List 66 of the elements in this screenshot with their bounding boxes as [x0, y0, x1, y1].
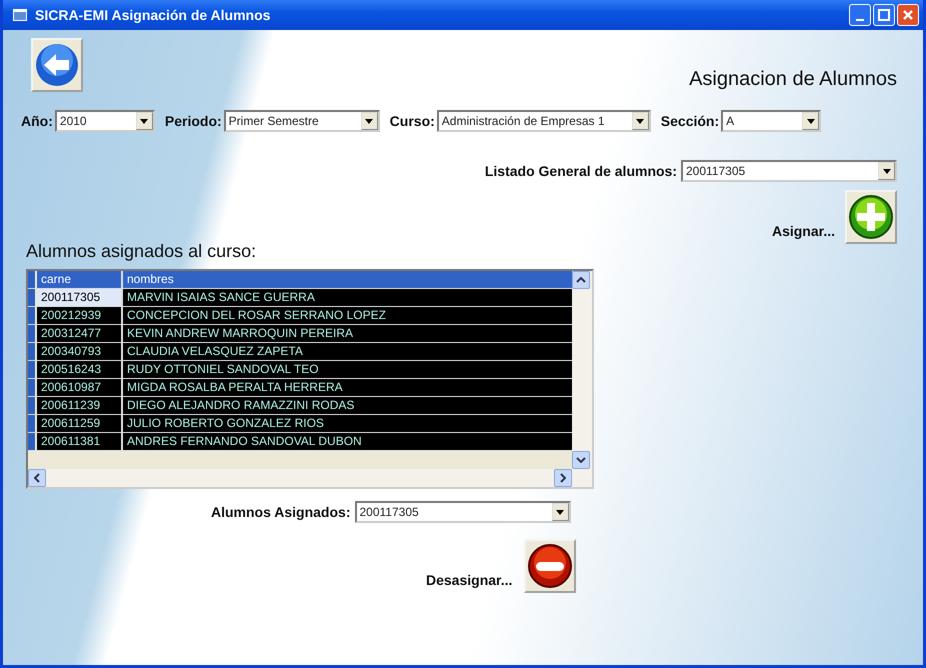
table-cell[interactable]: 200516243 [37, 361, 123, 378]
dropdown-button[interactable] [552, 503, 568, 521]
table-cell[interactable]: JULIO ROBERTO GONZALEZ RIOS [123, 415, 572, 432]
assign-button[interactable] [845, 190, 897, 244]
unassign-button[interactable] [524, 539, 576, 593]
horizontal-scrollbar[interactable] [28, 469, 592, 487]
back-button[interactable] [31, 38, 83, 92]
column-header[interactable]: nombres [123, 271, 572, 288]
field-label: Año: [21, 112, 53, 130]
close-button[interactable] [897, 4, 919, 26]
caret-icon [806, 118, 815, 124]
dropdown-button[interactable] [136, 112, 153, 130]
filter-dropdown[interactable]: A [721, 110, 822, 132]
caret-icon [365, 118, 374, 124]
table-cell[interactable]: CONCEPCION DEL ROSAR SERRANO LOPEZ [123, 307, 572, 324]
dropdown-button[interactable] [878, 162, 895, 180]
table-cell[interactable]: 200212939 [37, 307, 123, 324]
dropdown-button[interactable] [802, 112, 820, 130]
scroll-button[interactable] [28, 469, 46, 487]
minimize-button[interactable] [849, 4, 871, 26]
form-heading: Asignacion de Alumnos [689, 67, 897, 92]
caret-icon [636, 118, 644, 124]
table-cell[interactable]: MARVIN ISAIAS SANCE GUERRA [123, 289, 572, 306]
caret-icon [882, 168, 890, 174]
field-label: Curso: [390, 112, 435, 130]
column-header[interactable]: carne [37, 271, 123, 288]
window-control-icon [878, 9, 890, 21]
vertical-scrollbar[interactable] [572, 271, 592, 469]
assign-label: Asignar... [772, 222, 835, 241]
filter-dropdown[interactable]: Primer Semestre [224, 110, 380, 132]
student-dropdown[interactable]: 200117305 [681, 160, 897, 182]
table-cell[interactable]: 200611381 [37, 433, 123, 450]
field-label: Periodo: [164, 112, 222, 130]
window-control-icon [902, 9, 914, 21]
dropdown-button[interactable] [360, 112, 378, 130]
section-title: Alumnos asignados al curso: [26, 240, 258, 263]
caret-icon [140, 118, 148, 124]
field-label: Alumnos Asignados: [211, 502, 350, 522]
table-cell[interactable]: 200117305 [37, 289, 123, 306]
table-cell[interactable]: MIGDA ROSALBA PERALTA HERRERA [123, 379, 572, 396]
table-cell[interactable]: KEVIN ANDREW MARROQUIN PEREIRA [123, 325, 572, 342]
scroll-button[interactable] [572, 451, 590, 469]
table-cell[interactable]: 200312477 [37, 325, 123, 342]
maximize-button[interactable] [873, 4, 895, 26]
table-cell[interactable]: 200610987 [37, 379, 123, 396]
filter-dropdown[interactable]: Administración de Empresas 1 [436, 110, 651, 132]
dropdown-button[interactable] [632, 112, 649, 130]
unassign-label: Desasignar... [426, 571, 512, 590]
table-cell[interactable]: 200611239 [37, 397, 123, 414]
table-cell[interactable]: ANDRES FERNANDO SANDOVAL DUBON [123, 433, 572, 450]
scroll-button[interactable] [572, 271, 590, 289]
table-cell[interactable]: 200611259 [37, 415, 123, 432]
minus-icon [527, 543, 574, 589]
assigned-dropdown[interactable]: 200117305 [354, 501, 570, 523]
table-cell[interactable]: 200340793 [37, 343, 123, 360]
field-label: Sección: [660, 112, 720, 130]
caret-icon [556, 510, 564, 514]
filter-dropdown[interactable]: 2010 [54, 110, 155, 132]
table-cell[interactable]: RUDY OTTONIEL SANDOVAL TEO [123, 361, 572, 378]
scroll-button[interactable] [554, 469, 572, 487]
plus-icon [848, 194, 894, 240]
table-cell[interactable]: CLAUDIA VELASQUEZ ZAPETA [123, 343, 572, 360]
app-icon [13, 9, 27, 21]
table-cell[interactable]: DIEGO ALEJANDRO RAMAZZINI RODAS [123, 397, 572, 414]
field-label: Listado General de alumnos: [484, 162, 677, 180]
window-title: SICRA-EMI Asignación de Alumnos [35, 6, 270, 25]
